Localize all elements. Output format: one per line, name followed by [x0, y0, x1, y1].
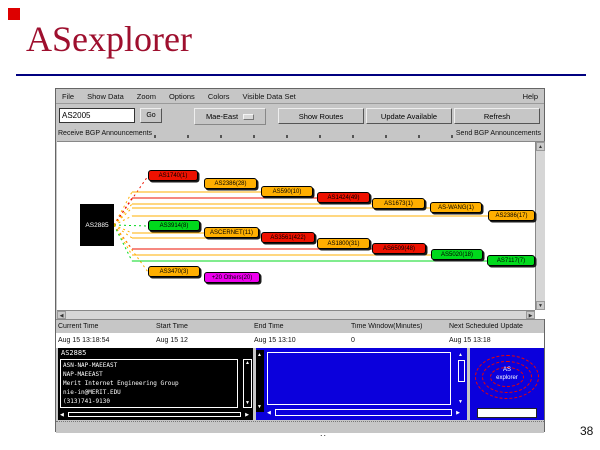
as-node[interactable]: AS3914(8) — [148, 220, 200, 231]
as-node[interactable]: +20 Others(20) — [204, 272, 260, 283]
as-detail-title: AS2885 — [61, 349, 86, 357]
tick-marks — [154, 135, 474, 138]
as-node[interactable]: ASCERNET(11) — [204, 227, 259, 238]
scroll-up-icon[interactable]: ▲ — [257, 352, 262, 358]
scroll-up-icon[interactable]: ▲ — [458, 352, 463, 358]
graph-edges — [57, 142, 535, 311]
as-node[interactable]: AS7117(7) — [487, 255, 535, 266]
terminal-vscrollbar[interactable]: ▲ ▼ — [243, 359, 252, 408]
scrollbar-track[interactable] — [68, 412, 241, 417]
slide-title: ASexplorer — [26, 18, 192, 60]
menu-items: File Show Data Zoom Options Colors Visible Da… — [62, 92, 296, 101]
logo-text: AS explorer — [470, 366, 544, 382]
status-values-row: Aug 15 13:18:54Aug 15 12Aug 15 13:100Aug… — [56, 333, 544, 348]
as-detail-box: ASN-NAP-MAEEASTNAP-MAEEASTMerit Internet… — [60, 359, 238, 408]
scroll-down-icon[interactable]: ▼ — [536, 301, 545, 310]
scroll-up-icon[interactable]: ▲ — [536, 142, 545, 151]
status-header-row: Current TimeStart TimeEnd TimeTime Windo… — [56, 319, 544, 333]
status-header: End Time — [252, 323, 349, 330]
as-detail-line: NAP-MAEEAST — [63, 370, 235, 379]
route-list-hscrollbar[interactable]: ◀ ▶ — [267, 409, 460, 418]
bgp-labels-row: Receive BGP Announcements Send BGP Annou… — [56, 128, 544, 141]
as-node[interactable]: AS1800(31) — [317, 238, 370, 249]
slide: ASexplorer File Show Data Zoom Options Color… — [0, 0, 600, 450]
as-detail-terminal: AS2885 ASN-NAP-MAEEASTNAP-MAEEASTMerit I… — [58, 348, 253, 420]
as-node[interactable]: AS3470(3) — [148, 266, 200, 277]
menu-help[interactable]: Help — [523, 92, 538, 101]
menu-options[interactable]: Options — [169, 92, 195, 101]
toolbar-buttons: Show RoutesUpdate AvailableRefresh — [56, 105, 544, 127]
scroll-right-icon[interactable]: ▶ — [456, 410, 460, 416]
menu-visible-data-set[interactable]: Visible Data Set — [243, 92, 296, 101]
as-node[interactable]: AS6509(48) — [372, 243, 426, 254]
status-value: Aug 15 12 — [154, 337, 252, 344]
title-underline — [16, 74, 586, 76]
logo-line1: AS — [470, 366, 544, 374]
refresh-button[interactable]: Refresh — [454, 108, 540, 124]
as-node[interactable]: AS1673(1) — [372, 198, 425, 209]
scrollbar-thumb[interactable] — [458, 360, 465, 382]
as-detail-line: nie-in@MERIT.EDU — [63, 388, 235, 397]
graph-vertical-scrollbar[interactable]: ▲ ▼ — [535, 142, 545, 310]
scrollbar-thumb[interactable] — [275, 409, 452, 416]
menu-bar: File Show Data Zoom Options Colors Visible Da… — [56, 89, 544, 104]
receive-bgp-label: Receive BGP Announcements — [58, 130, 152, 137]
scroll-up-icon[interactable]: ▲ — [244, 360, 251, 367]
as-node[interactable]: AS3561(422) — [261, 232, 315, 243]
scroll-right-icon[interactable]: ▶ — [526, 311, 535, 319]
as-detail-line: Merit Internet Engineering Group — [63, 379, 235, 388]
menu-colors[interactable]: Colors — [208, 92, 230, 101]
route-list-panel: ▲ ▼ ▲ ▼ ◀ ▶ — [256, 348, 467, 420]
status-value: Aug 15 13:18 — [447, 337, 544, 344]
update-available-button[interactable]: Update Available — [366, 108, 452, 124]
show-routes-button[interactable]: Show Routes — [278, 108, 364, 124]
scroll-down-icon[interactable]: ▼ — [458, 399, 463, 405]
as-node[interactable]: AS5020(18) — [431, 249, 483, 260]
as-detail-line: (313)741-9130 — [63, 397, 235, 406]
menu-zoom[interactable]: Zoom — [137, 92, 156, 101]
logo-line2: explorer — [470, 374, 544, 382]
window-bottom-strip — [56, 421, 544, 433]
scroll-left-icon[interactable]: ◀ — [57, 311, 66, 319]
status-header: Time Window(Minutes) — [349, 323, 447, 330]
scroll-down-icon[interactable]: ▼ — [244, 400, 251, 407]
as-node[interactable]: AS590(10) — [261, 186, 313, 197]
status-header: Next Scheduled Update — [447, 323, 544, 330]
terminal-hscrollbar[interactable]: ◀ ▶ — [60, 411, 249, 419]
window-resize-dots: .. — [320, 428, 327, 438]
root-as-node[interactable]: AS2885 — [80, 204, 114, 246]
route-list-vscrollbar[interactable]: ▲ ▼ — [457, 352, 466, 405]
graph-horizontal-scrollbar[interactable]: ◀ ▶ — [57, 310, 535, 319]
scroll-down-icon[interactable]: ▼ — [257, 404, 262, 410]
scroll-left-icon[interactable]: ◀ — [60, 412, 64, 418]
as-node[interactable]: AS2386(17) — [488, 210, 535, 221]
asexplorer-window: File Show Data Zoom Options Colors Visible Da… — [55, 88, 545, 432]
route-list-box[interactable] — [267, 352, 451, 405]
status-value: Aug 15 13:18:54 — [56, 337, 154, 344]
as-detail-line: ASN-NAP-MAEEAST — [63, 361, 235, 370]
logo-panel: AS explorer — [470, 348, 544, 420]
menu-show-data[interactable]: Show Data — [87, 92, 124, 101]
status-value: Aug 15 13:10 — [252, 337, 349, 344]
scroll-right-icon[interactable]: ▶ — [245, 412, 249, 418]
as-graph-panel[interactable]: ▲ ▼ ◀ ▶ AS2885 AS1740(1) AS2386(28) AS590(1… — [57, 141, 545, 319]
logo-input-field[interactable] — [477, 408, 537, 418]
send-bgp-label: Send BGP Announcements — [456, 130, 541, 137]
as-node[interactable]: AS2386(28) — [204, 178, 257, 189]
slide-bullet-square — [8, 8, 20, 20]
as-node[interactable]: AS1740(1) — [148, 170, 198, 181]
status-header: Current Time — [56, 323, 154, 330]
menu-file[interactable]: File — [62, 92, 74, 101]
toolbar: Go Mae-East Show RoutesUpdate AvailableR… — [56, 105, 544, 127]
as-node[interactable]: AS-WANG(1) — [430, 202, 482, 213]
page-number: 38 — [580, 424, 593, 438]
scroll-left-icon[interactable]: ◀ — [267, 410, 271, 416]
status-value: 0 — [349, 337, 447, 344]
as-node[interactable]: AS1424(49) — [317, 192, 370, 203]
route-list-left-scrollbar[interactable]: ▲ ▼ — [256, 350, 264, 412]
status-header: Start Time — [154, 323, 252, 330]
